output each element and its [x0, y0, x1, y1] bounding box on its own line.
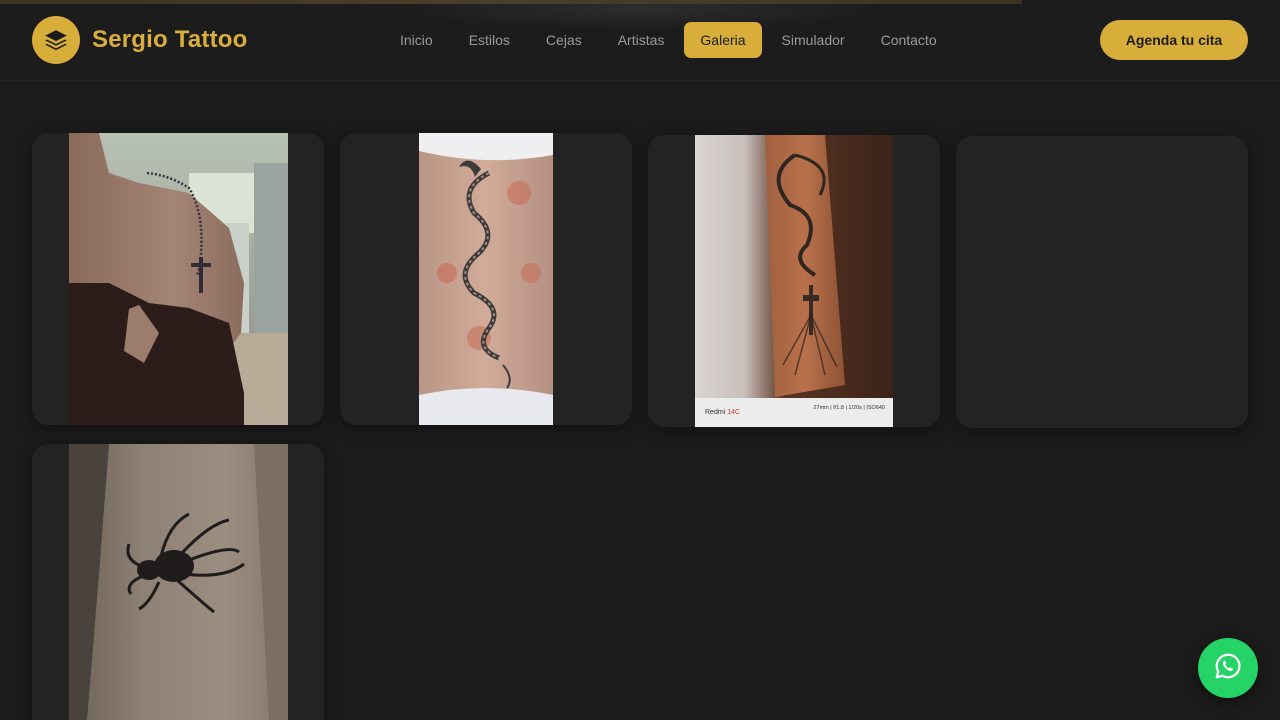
brand-name: Sergio Tattoo	[92, 26, 248, 53]
gallery-item-placeholder[interactable]	[956, 136, 1248, 428]
gallery-item-rosary-cross[interactable]	[32, 133, 324, 425]
gallery-photo	[69, 133, 288, 425]
gallery-photo	[419, 133, 553, 425]
brand-link[interactable]: Sergio Tattoo	[32, 16, 247, 64]
nav-item-cejas[interactable]: Cejas	[530, 22, 598, 58]
nav-item-estilos[interactable]: Estilos	[453, 22, 526, 58]
main-nav: Inicio Estilos Cejas Artistas Galeria Si…	[384, 22, 953, 58]
gallery-item-dove-cross[interactable]: Redmi 14C 27mm | f/1.8 | 1/20s | ISO640	[648, 135, 940, 427]
gallery-photo	[695, 135, 893, 427]
layers-icon	[32, 16, 80, 64]
site-header: Sergio Tattoo Inicio Estilos Cejas Artis…	[0, 0, 1280, 81]
nav-item-contacto[interactable]: Contacto	[865, 22, 953, 58]
caption-brand: Redmi 14C	[705, 409, 741, 416]
nav-item-simulador[interactable]: Simulador	[766, 22, 861, 58]
nav-item-inicio[interactable]: Inicio	[384, 22, 449, 58]
page: Sergio Tattoo Inicio Estilos Cejas Artis…	[0, 0, 1280, 720]
gallery-photo	[69, 444, 288, 720]
nav-item-galeria[interactable]: Galeria	[684, 22, 762, 58]
whatsapp-button[interactable]	[1198, 638, 1258, 698]
caption-specs: 27mm | f/1.8 | 1/20s | ISO640	[813, 405, 885, 411]
nav-item-artistas[interactable]: Artistas	[602, 22, 681, 58]
gallery-item-dragon[interactable]	[340, 133, 632, 425]
gallery-item-spider[interactable]	[32, 444, 324, 720]
book-appointment-button[interactable]: Agenda tu cita	[1100, 20, 1248, 60]
whatsapp-icon	[1213, 651, 1243, 686]
photo-caption: Redmi 14C 27mm | f/1.8 | 1/20s | ISO640	[695, 398, 893, 427]
